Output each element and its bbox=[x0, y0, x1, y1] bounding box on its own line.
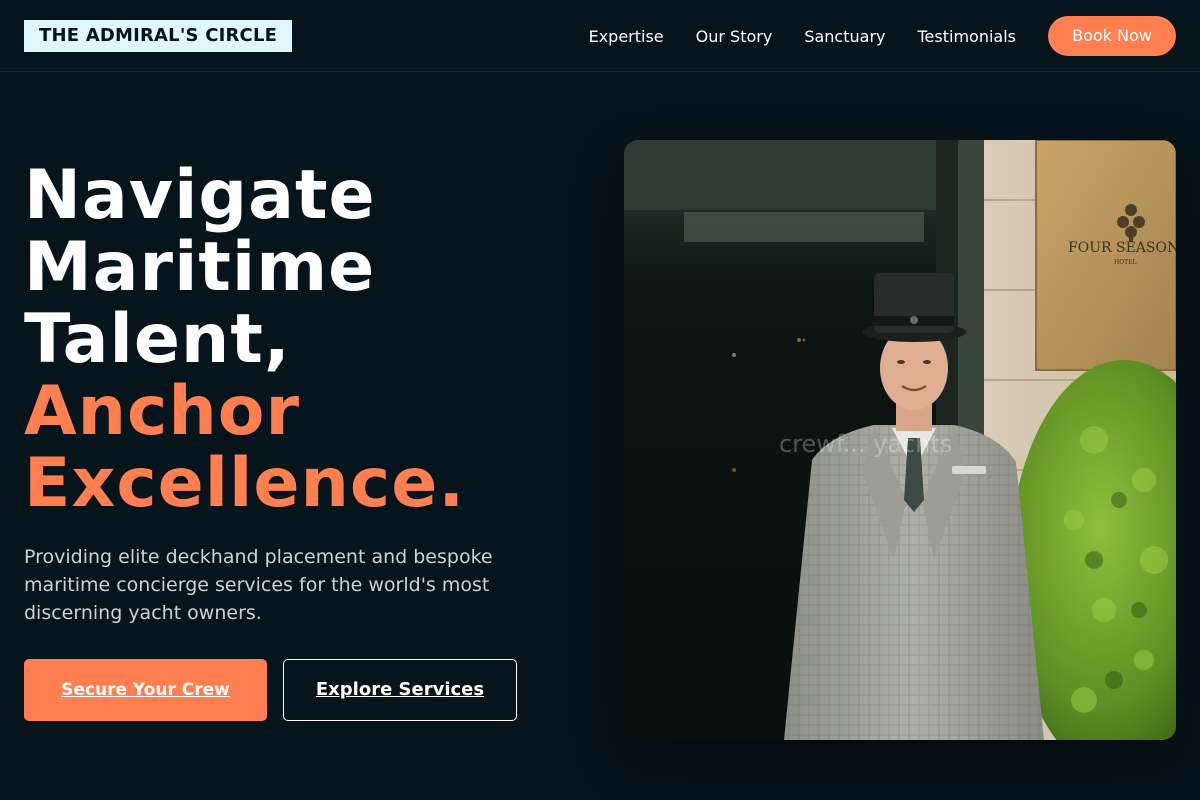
main-nav: Expertise Our Story Sanctuary Testimonia… bbox=[589, 0, 1016, 72]
site-header: THE ADMIRAL'S CIRCLE Expertise Our Story… bbox=[0, 0, 1200, 72]
headline-line: Navigate bbox=[24, 156, 376, 235]
headline-accent-line: Anchor bbox=[24, 372, 301, 451]
doorman-photo-illustration: FOUR SEASONS HOTEL bbox=[624, 140, 1176, 740]
nav-link-testimonials[interactable]: Testimonials bbox=[918, 27, 1017, 46]
book-now-button[interactable]: Book Now bbox=[1048, 16, 1176, 56]
brand-logo[interactable]: THE ADMIRAL'S CIRCLE bbox=[24, 20, 293, 52]
sign-subtext: HOTEL bbox=[1114, 259, 1137, 266]
hero-subtitle: Providing elite deckhand placement and b… bbox=[24, 546, 493, 624]
headline-line: Talent, bbox=[24, 300, 291, 379]
explore-services-button[interactable]: Explore Services bbox=[283, 659, 517, 721]
headline-line: Maritime bbox=[24, 228, 376, 307]
headline-accent-line: Excellence. bbox=[24, 444, 466, 523]
image-watermark: crewf... yachts bbox=[779, 430, 952, 458]
nav-link-sanctuary[interactable]: Sanctuary bbox=[804, 27, 885, 46]
sign-text: FOUR SEASONS bbox=[1068, 240, 1176, 256]
hero-image: FOUR SEASONS HOTEL bbox=[624, 140, 1176, 740]
nav-link-our-story[interactable]: Our Story bbox=[696, 27, 773, 46]
landing-page: THE ADMIRAL'S CIRCLE Expertise Our Story… bbox=[0, 0, 1200, 800]
nav-link-expertise[interactable]: Expertise bbox=[589, 27, 664, 46]
secure-crew-button[interactable]: Secure Your Crew bbox=[24, 659, 267, 721]
hero-headline: Navigate Maritime Talent, Anchor Excelle… bbox=[24, 160, 584, 520]
